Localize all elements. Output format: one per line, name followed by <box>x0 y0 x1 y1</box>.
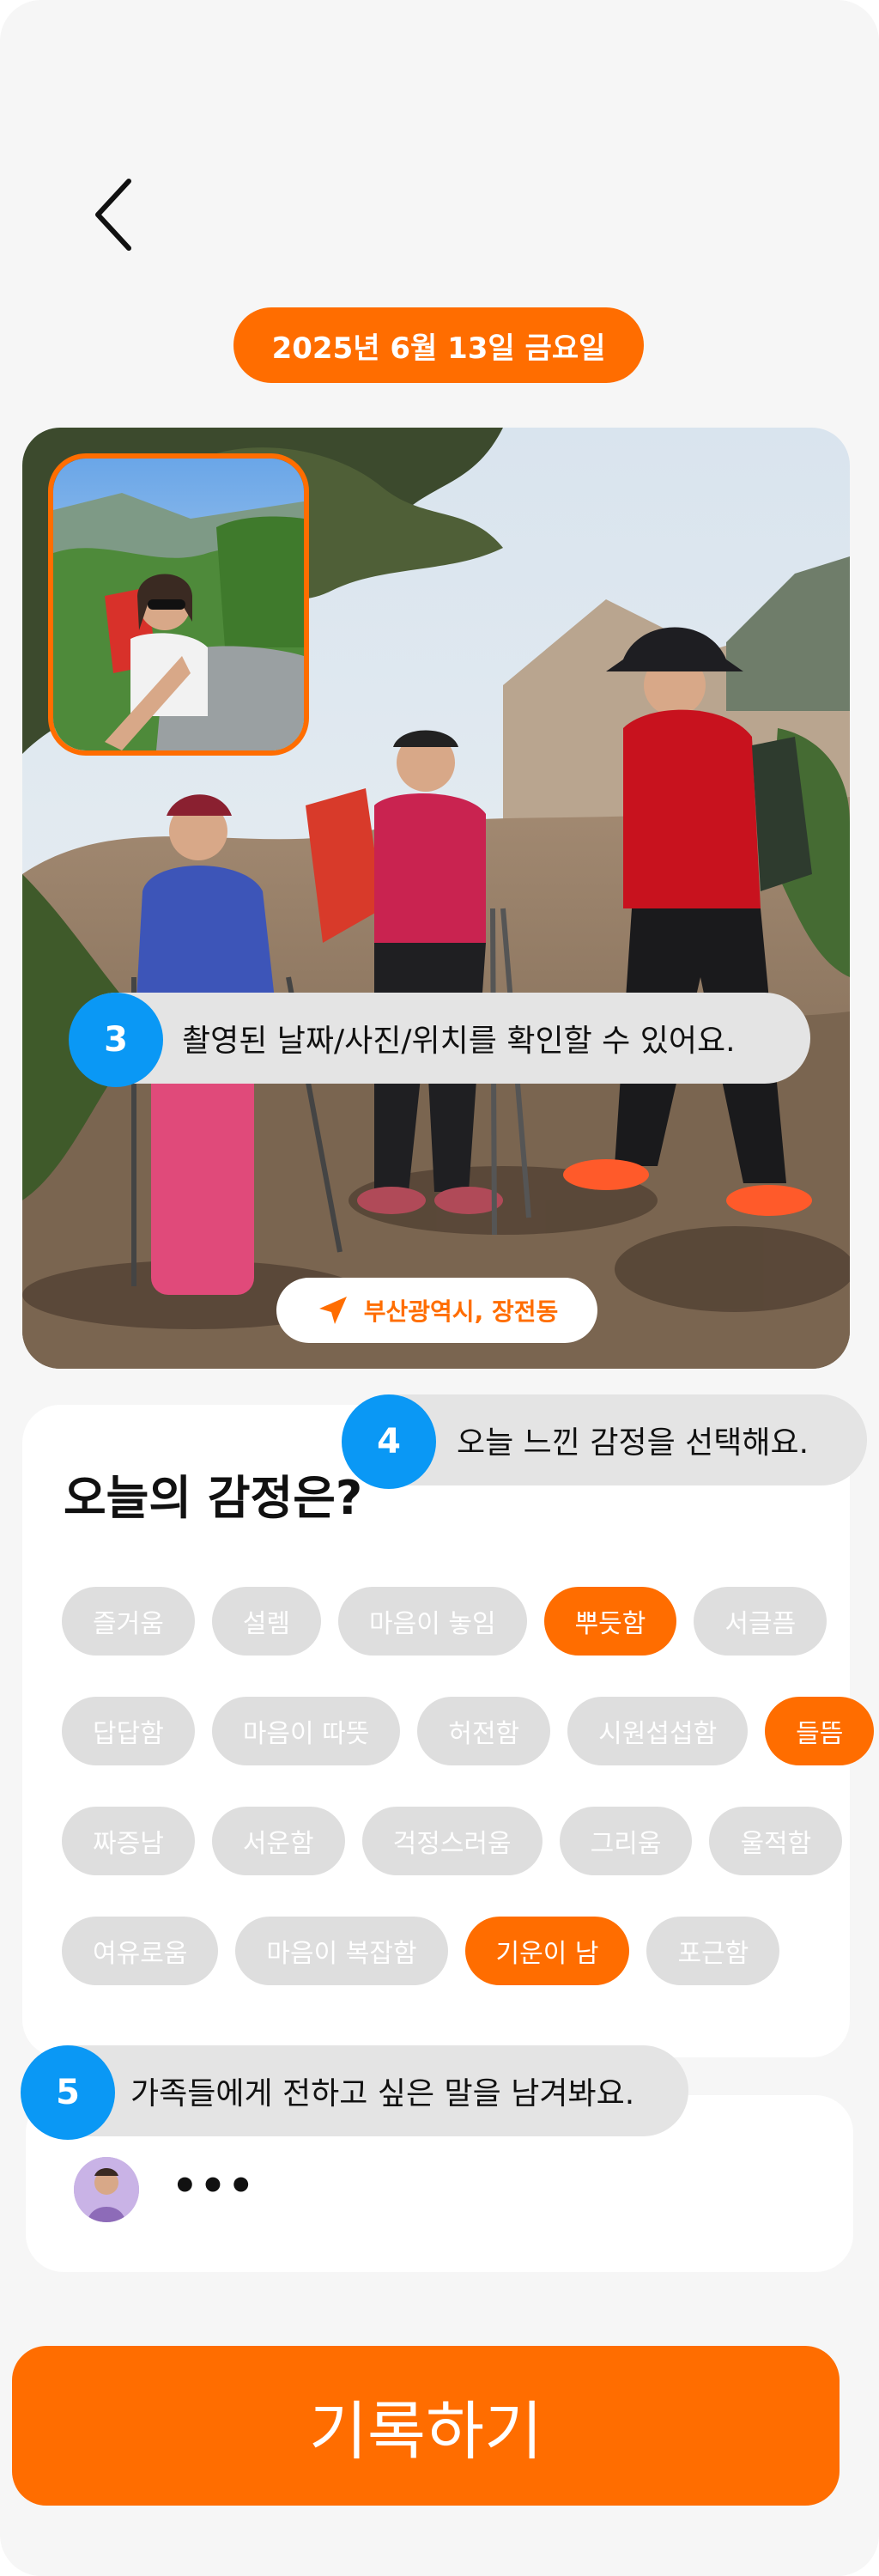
inset-photo[interactable] <box>48 453 309 756</box>
tip-4-text: 오늘 느낀 감정을 선택해요. <box>457 1425 809 1461</box>
back-button[interactable] <box>84 172 144 258</box>
tip-5-text: 가족들에게 전하고 싶은 말을 남겨봐요. <box>130 2076 635 2111</box>
emotion-chip[interactable]: 그리움 <box>559 1807 693 1875</box>
emotion-chip[interactable]: 뿌듯함 <box>543 1587 677 1656</box>
tip-5: 가족들에게 전하고 싶은 말을 남겨봐요. <box>22 2045 688 2136</box>
emotion-chip[interactable]: 포근함 <box>646 1917 780 1985</box>
chevron-left-icon <box>95 179 131 251</box>
tip-3: 촬영된 날짜/사진/위치를 확인할 수 있어요. <box>70 993 810 1084</box>
avatar-illustration <box>74 2157 139 2222</box>
message-placeholder: ••• <box>172 2162 257 2210</box>
emotion-chip[interactable]: 들뜸 <box>765 1697 875 1765</box>
tip-3-text: 촬영된 날짜/사진/위치를 확인할 수 있어요. <box>182 1024 736 1059</box>
emotion-chip[interactable]: 마음이 놓임 <box>338 1587 527 1656</box>
location-badge[interactable]: 부산광역시, 장전동 <box>276 1278 597 1343</box>
emotion-card: 오늘의 감정은? 즐거움 설렘 마음이 놓임 뿌듯함 서글픔답답함 마음이 따뜻 허전함 시원… <box>22 1405 875 2057</box>
emotion-chip[interactable]: 서운함 <box>211 1807 345 1875</box>
record-screen: 2025년 6월 13일 금요일 부산광역시, 장전동 촬영된 날짜/사진/위치… <box>0 0 879 2576</box>
location-label: 부산광역시, 장전동 <box>363 1297 559 1326</box>
emotion-chip[interactable]: 즐거움 <box>62 1587 195 1656</box>
main-photo[interactable]: 부산광역시, 장전동 <box>22 428 850 1369</box>
tip-4-number: 4 <box>342 1394 436 1489</box>
emotion-chip[interactable]: 허전함 <box>417 1697 551 1765</box>
emotion-chip[interactable]: 울적함 <box>709 1807 843 1875</box>
navigation-arrow-icon <box>318 1297 347 1324</box>
emotion-chip[interactable]: 기운이 남 <box>464 1917 630 1985</box>
emotion-chip[interactable]: 설렘 <box>211 1587 322 1656</box>
tip-3-number: 3 <box>69 993 163 1087</box>
emotion-chip[interactable]: 마음이 따뜻 <box>211 1697 401 1765</box>
selfie-photo-illustration <box>53 459 304 750</box>
date-badge: 2025년 6월 13일 금요일 <box>233 307 644 383</box>
emotion-title: 오늘의 감정은? <box>64 1471 363 1525</box>
record-button[interactable]: 기록하기 <box>12 2346 840 2506</box>
emotion-chip[interactable]: 마음이 복잡함 <box>235 1917 448 1985</box>
emotion-chip[interactable]: 서글픔 <box>694 1587 827 1656</box>
user-avatar <box>74 2157 139 2222</box>
emotion-chip[interactable]: 답답함 <box>62 1697 195 1765</box>
emotion-chip[interactable]: 여유로움 <box>62 1917 219 1985</box>
emotion-chip[interactable]: 짜증남 <box>62 1807 195 1875</box>
emotion-chip-row: 짜증남 서운함 걱정스러움 그리움 울적함 <box>62 1807 843 1875</box>
emotion-chip-row: 즐거움 설렘 마음이 놓임 뿌듯함 서글픔 <box>62 1587 827 1656</box>
emotion-chip-row: 여유로움 마음이 복잡함 기운이 남 포근함 <box>62 1917 780 1985</box>
emotion-chip[interactable]: 걱정스러움 <box>361 1807 543 1875</box>
emotion-chip-row: 답답함 마음이 따뜻 허전함 시원섭섭함 들뜸 <box>62 1697 875 1765</box>
tip-5-number: 5 <box>21 2045 115 2140</box>
emotion-chip[interactable]: 시원섭섭함 <box>567 1697 749 1765</box>
